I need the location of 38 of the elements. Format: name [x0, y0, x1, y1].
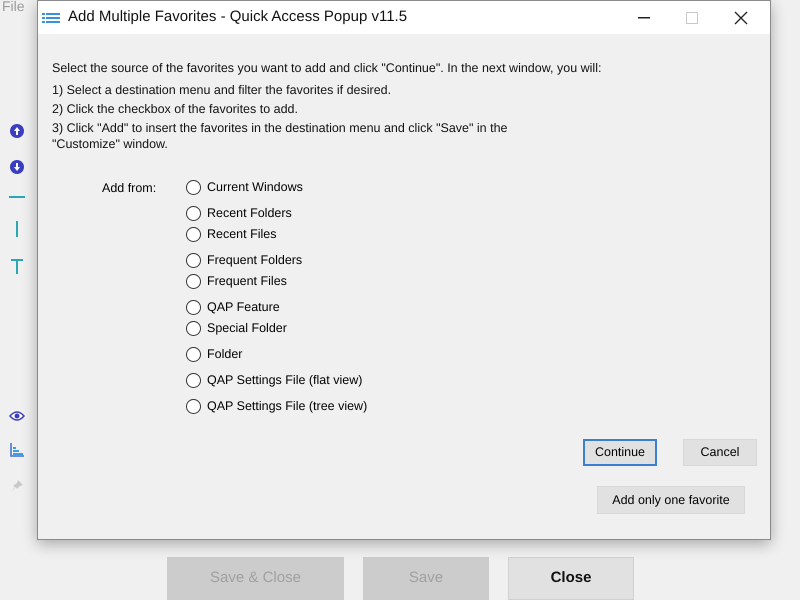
- radio-option[interactable]: Frequent Folders: [186, 250, 368, 271]
- vertical-line-icon[interactable]: [16, 221, 18, 237]
- radio-button[interactable]: [186, 321, 201, 336]
- step-text: 2) Click the checkbox of the favorites to add.: [52, 101, 299, 117]
- radio-button[interactable]: [186, 300, 201, 315]
- radio-option[interactable]: Recent Folders: [186, 203, 368, 224]
- continue-button[interactable]: Continue: [583, 439, 657, 466]
- cancel-button[interactable]: Cancel: [683, 439, 757, 466]
- radio-button[interactable]: [186, 180, 201, 195]
- radio-button[interactable]: [186, 373, 201, 388]
- radio-button[interactable]: [186, 253, 201, 268]
- radio-option[interactable]: QAP Settings File (flat view): [186, 370, 368, 391]
- radio-option[interactable]: QAP Settings File (tree view): [186, 396, 368, 417]
- radio-option[interactable]: Special Folder: [186, 318, 368, 339]
- add-from-label: Add from:: [102, 180, 158, 197]
- list-icon: [42, 12, 60, 24]
- bar-chart-icon[interactable]: [10, 443, 24, 457]
- radio-button[interactable]: [186, 347, 201, 362]
- radio-option[interactable]: Frequent Files: [186, 271, 368, 292]
- t-shape-icon[interactable]: [10, 259, 24, 275]
- radio-option[interactable]: Folder: [186, 344, 368, 365]
- minimize-icon[interactable]: [638, 16, 650, 18]
- radio-option[interactable]: Recent Files: [186, 224, 368, 245]
- step-text: 1) Select a destination menu and filter the favorites if desired.: [52, 82, 392, 98]
- radio-option[interactable]: QAP Feature: [186, 297, 368, 318]
- radio-button[interactable]: [186, 274, 201, 289]
- step-text: 3) Click "Add" to insert the favorites in the destination menu and click "Save" in the "Customize" window.: [52, 120, 508, 152]
- add-one-favorite-button[interactable]: Add only one favorite: [597, 486, 745, 514]
- close-button[interactable]: Close: [508, 557, 634, 600]
- horizontal-line-icon[interactable]: [9, 196, 25, 199]
- eye-icon[interactable]: [9, 411, 25, 421]
- radio-option[interactable]: Current Windows: [186, 177, 368, 198]
- radio-button[interactable]: [186, 206, 201, 221]
- window-title: Add Multiple Favorites - Quick Access Popup v11.5: [68, 7, 408, 28]
- radio-button[interactable]: [186, 227, 201, 242]
- close-icon[interactable]: [734, 10, 748, 24]
- instructions-text: Select the source of the favorites you want to add and click "Continue". In the next window, you will:: [52, 60, 602, 76]
- radio-button[interactable]: [186, 399, 201, 414]
